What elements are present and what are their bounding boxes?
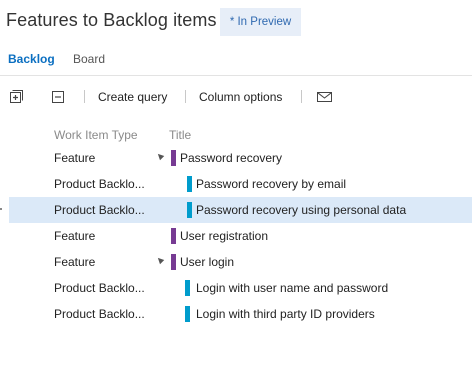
backlog-item-color-bar	[185, 280, 190, 296]
work-item-type: Feature	[54, 229, 96, 243]
table-row[interactable]: Feature User login	[0, 249, 472, 275]
work-item-title[interactable]: User login	[180, 255, 234, 269]
feature-color-bar	[171, 150, 176, 166]
tab-divider	[0, 75, 472, 76]
work-item-type: Product Backlo...	[54, 203, 145, 217]
work-item-type: Feature	[54, 151, 96, 165]
work-item-title[interactable]: Login with user name and password	[196, 281, 388, 295]
backlog-item-color-bar	[185, 306, 190, 322]
work-item-title[interactable]: Password recovery using personal data	[196, 203, 406, 217]
collapse-triangle-icon[interactable]	[155, 151, 165, 161]
table-row[interactable]: Product Backlo... Password recovery by e…	[0, 171, 472, 197]
work-item-type: Product Backlo...	[54, 307, 145, 321]
backlog-item-color-bar	[187, 202, 192, 218]
row-focus-marker	[0, 208, 2, 210]
toolbar-separator	[185, 90, 186, 103]
column-header-title[interactable]: Title	[169, 128, 191, 142]
email-icon[interactable]	[317, 90, 332, 103]
work-item-type: Product Backlo...	[54, 177, 145, 191]
table-row[interactable]: Feature User registration	[0, 223, 472, 249]
work-item-title[interactable]: Password recovery by email	[196, 177, 346, 191]
preview-badge[interactable]: * In Preview	[220, 8, 301, 36]
feature-color-bar	[171, 254, 176, 270]
work-item-title[interactable]: Password recovery	[180, 151, 282, 165]
table-row[interactable]: Product Backlo... Login with user name a…	[0, 275, 472, 301]
work-item-title[interactable]: User registration	[180, 229, 268, 243]
column-header-work-item-type[interactable]: Work Item Type	[54, 128, 138, 142]
tab-board[interactable]: Board	[73, 52, 105, 66]
work-item-title[interactable]: Login with third party ID providers	[196, 307, 375, 321]
page-title: Features to Backlog items	[6, 10, 217, 30]
feature-color-bar	[171, 228, 176, 244]
backlog-item-color-bar	[187, 176, 192, 192]
tab-backlog[interactable]: Backlog	[8, 52, 55, 66]
table-row[interactable]: Feature Password recovery	[0, 145, 472, 171]
work-item-type: Product Backlo...	[54, 281, 145, 295]
toolbar-separator	[301, 90, 302, 103]
collapse-all-icon[interactable]	[52, 90, 65, 103]
collapse-triangle-icon[interactable]	[155, 255, 165, 265]
table-row-selected[interactable]: Product Backlo... Password recovery usin…	[9, 197, 472, 223]
create-query-button[interactable]: Create query	[98, 90, 167, 104]
toolbar-separator	[84, 90, 85, 103]
expand-all-icon[interactable]	[10, 90, 23, 103]
work-item-type: Feature	[54, 255, 96, 269]
column-options-button[interactable]: Column options	[199, 90, 282, 104]
table-row[interactable]: Product Backlo... Login with third party…	[0, 301, 472, 327]
